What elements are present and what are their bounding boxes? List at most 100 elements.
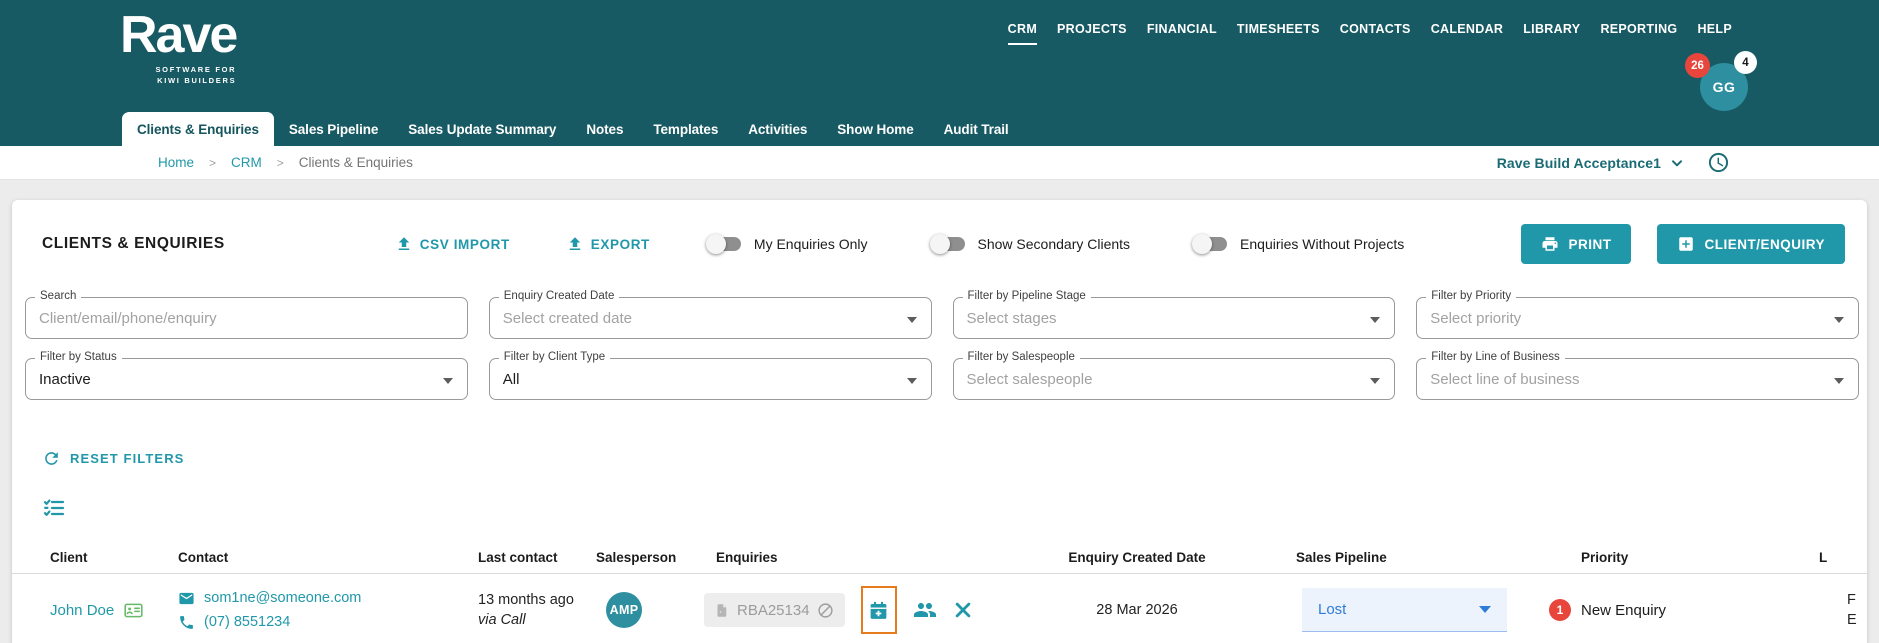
salespeople-filter-field: Filter by Salespeople Select salespeople xyxy=(953,358,1396,400)
panel-toolbar: CLIENTS & ENQUIRIES CSV IMPORT EXPORT My… xyxy=(12,200,1867,264)
col-header-client[interactable]: Client xyxy=(38,550,166,565)
salesperson-cell: AMP xyxy=(584,592,692,628)
tab-audit-trail[interactable]: Audit Trail xyxy=(929,112,1024,146)
workspace-area: Rave Build Acceptance1 xyxy=(1497,151,1730,174)
document-icon xyxy=(715,602,730,619)
contact-card-icon[interactable] xyxy=(123,600,144,621)
nav-item-projects[interactable]: PROJECTS xyxy=(1057,22,1127,45)
calendar-add-button[interactable] xyxy=(861,586,897,634)
nav-item-contacts[interactable]: CONTACTS xyxy=(1340,22,1411,45)
last-contact-method: via Call xyxy=(478,610,574,630)
line-of-business-select[interactable]: Select line of business xyxy=(1417,359,1858,399)
breadcrumb: Home > CRM > Clients & Enquiries xyxy=(158,155,413,170)
tools-button[interactable] xyxy=(953,600,973,620)
toggle-label: Show Secondary Clients xyxy=(978,236,1131,252)
clipped-cell: F E xyxy=(1807,590,1867,630)
priority-label: New Enquiry xyxy=(1581,602,1666,619)
col-header-contact[interactable]: Contact xyxy=(166,550,466,565)
clients-enquiries-panel: CLIENTS & ENQUIRIES CSV IMPORT EXPORT My… xyxy=(12,200,1867,643)
contact-cell: som1ne@someone.com (07) 8551234 xyxy=(166,586,466,634)
tab-activities[interactable]: Activities xyxy=(733,112,822,146)
col-header-salesperson[interactable]: Salesperson xyxy=(584,550,692,565)
field-label: Search xyxy=(35,290,81,302)
clients-table: Client Contact Last contact Salesperson … xyxy=(12,542,1867,643)
filters: Search Enquiry Created Date Select creat… xyxy=(25,297,1859,400)
search-input[interactable] xyxy=(26,298,467,338)
pipeline-stage-dropdown[interactable]: Lost xyxy=(1302,588,1507,632)
people-group-button[interactable] xyxy=(913,598,937,622)
tab-show-home[interactable]: Show Home xyxy=(822,112,928,146)
crm-tab-bar: Clients & Enquiries Sales Pipeline Sales… xyxy=(122,112,1024,146)
add-client-enquiry-button[interactable]: CLIENT/ENQUIRY xyxy=(1657,224,1845,264)
tab-sales-pipeline[interactable]: Sales Pipeline xyxy=(274,112,393,146)
status-filter-field: Filter by Status Inactive xyxy=(25,358,468,400)
col-header-clipped[interactable]: L xyxy=(1807,550,1867,565)
nav-item-crm[interactable]: CRM xyxy=(1008,22,1037,45)
nav-item-calendar[interactable]: CALENDAR xyxy=(1431,22,1504,45)
nav-item-financial[interactable]: FINANCIAL xyxy=(1147,22,1217,45)
chevron-down-icon[interactable] xyxy=(1669,155,1685,171)
priority-select[interactable]: Select priority xyxy=(1417,298,1858,338)
breadcrumb-bar: Home > CRM > Clients & Enquiries Rave Bu… xyxy=(0,146,1879,180)
pipeline-stage-select[interactable]: Select stages xyxy=(954,298,1395,338)
printer-icon xyxy=(1541,235,1559,253)
client-name-link[interactable]: John Doe xyxy=(50,602,114,619)
enquiry-created-date-select[interactable]: Select created date xyxy=(490,298,931,338)
pipeline-stage-field: Filter by Pipeline Stage Select stages xyxy=(953,297,1396,339)
tab-clients-enquiries[interactable]: Clients & Enquiries xyxy=(122,112,274,146)
secondary-clients-toggle-group: Show Secondary Clients xyxy=(930,234,1131,254)
search-field: Search xyxy=(25,297,468,339)
field-label: Enquiry Created Date xyxy=(499,290,620,302)
field-label: Filter by Status xyxy=(35,351,122,363)
my-enquiries-toggle[interactable] xyxy=(706,234,742,254)
reset-filters-button[interactable]: RESET FILTERS xyxy=(42,449,184,468)
breadcrumb-crm[interactable]: CRM xyxy=(231,155,262,170)
rave-logo: Rave SOFTWARE FOR KIWI BUILDERS xyxy=(120,8,236,86)
field-label: Filter by Line of Business xyxy=(1426,351,1564,363)
email-link[interactable]: som1ne@someone.com xyxy=(178,586,466,610)
breadcrumb-separator: > xyxy=(277,156,284,170)
dropdown-caret-icon xyxy=(1479,606,1491,613)
col-header-enquiry-created-date[interactable]: Enquiry Created Date xyxy=(1022,550,1252,565)
field-label: Filter by Priority xyxy=(1426,290,1516,302)
notification-count-badge[interactable]: 26 xyxy=(1685,53,1710,78)
sales-pipeline-cell: Lost xyxy=(1252,588,1537,632)
breadcrumb-home[interactable]: Home xyxy=(158,155,194,170)
checklist-view-icon[interactable] xyxy=(42,496,66,520)
clock-icon[interactable] xyxy=(1707,151,1730,174)
top-nav: CRM PROJECTS FINANCIAL TIMESHEETS CONTAC… xyxy=(1008,22,1732,45)
enquiry-code: RBA25134 xyxy=(737,602,810,619)
secondary-clients-toggle[interactable] xyxy=(930,234,966,254)
phone-link[interactable]: (07) 8551234 xyxy=(178,610,466,634)
upload-icon xyxy=(566,235,584,253)
client-type-filter-field: Filter by Client Type All xyxy=(489,358,932,400)
client-type-select[interactable]: All xyxy=(490,359,931,399)
export-button[interactable]: EXPORT xyxy=(566,235,650,253)
email-icon xyxy=(178,590,195,607)
priority-cell: 1 New Enquiry xyxy=(1537,599,1807,621)
enquiry-chip[interactable]: RBA25134 xyxy=(704,593,845,627)
csv-import-button[interactable]: CSV IMPORT xyxy=(395,235,510,253)
tab-sales-update-summary[interactable]: Sales Update Summary xyxy=(393,112,571,146)
secondary-count-badge[interactable]: 4 xyxy=(1734,51,1757,74)
without-projects-toggle[interactable] xyxy=(1192,234,1228,254)
print-button[interactable]: PRINT xyxy=(1521,224,1631,264)
salespeople-select[interactable]: Select salespeople xyxy=(954,359,1395,399)
breadcrumb-separator: > xyxy=(209,156,216,170)
nav-item-library[interactable]: LIBRARY xyxy=(1523,22,1580,45)
last-contact-cell: 13 months ago via Call xyxy=(466,590,584,630)
nav-item-help[interactable]: HELP xyxy=(1697,22,1732,45)
tab-notes[interactable]: Notes xyxy=(571,112,638,146)
workspace-selector[interactable]: Rave Build Acceptance1 xyxy=(1497,155,1661,171)
people-icon xyxy=(913,598,937,622)
status-select[interactable]: Inactive xyxy=(26,359,467,399)
col-header-last-contact[interactable]: Last contact xyxy=(466,550,584,565)
nav-item-reporting[interactable]: REPORTING xyxy=(1600,22,1677,45)
table-row: John Doe xyxy=(12,574,1867,643)
col-header-enquiries[interactable]: Enquiries xyxy=(692,550,1022,565)
salesperson-avatar[interactable]: AMP xyxy=(606,592,642,628)
col-header-priority[interactable]: Priority xyxy=(1537,550,1807,565)
col-header-sales-pipeline[interactable]: Sales Pipeline xyxy=(1252,550,1537,565)
nav-item-timesheets[interactable]: TIMESHEETS xyxy=(1237,22,1320,45)
tab-templates[interactable]: Templates xyxy=(638,112,733,146)
